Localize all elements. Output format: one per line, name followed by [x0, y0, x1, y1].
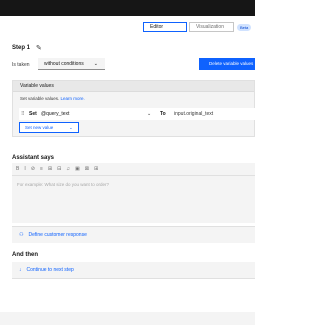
image-icon[interactable]: ⊞: [48, 166, 52, 172]
italic-icon[interactable]: I: [24, 166, 25, 172]
visualization-tab[interactable]: Visualization: [189, 22, 234, 32]
step-title: Step 1 ✎: [12, 44, 42, 52]
person-icon: ⚇: [19, 232, 24, 238]
and-then-title: And then: [12, 252, 38, 258]
continue-to-next-step-label: Continue to next step: [26, 267, 74, 273]
set-label: Set: [29, 111, 37, 117]
link-icon[interactable]: ⊘: [31, 166, 35, 172]
assistant-response-editor[interactable]: B I ⊘ ≡ ⊞ ⊟ ♫ ▣ ⊠ ⊞ For example: What si…: [12, 163, 255, 223]
delete-variable-values-button[interactable]: Delete variable values: [199, 58, 255, 70]
beta-badge: Beta: [237, 23, 252, 31]
define-customer-response-button[interactable]: ⚇ Define customer response: [12, 226, 255, 243]
set-new-value-button[interactable]: Set new value ⌄: [19, 122, 79, 133]
mode-switch: Editor Visualization Beta: [143, 22, 252, 32]
table-icon[interactable]: ⊠: [85, 166, 89, 172]
arrow-down-icon: ↓: [19, 267, 22, 273]
condition-select-value: without conditions: [44, 61, 84, 67]
pencil-icon[interactable]: ✎: [36, 44, 42, 52]
set-variable-row: ⠿ Set @query_text ⌄ To input.original_te…: [19, 108, 256, 120]
list-icon[interactable]: ≡: [40, 166, 43, 172]
chevron-down-icon[interactable]: ⌄: [147, 111, 151, 117]
variable-values-panel: Variable values Set variable values. Lea…: [12, 80, 256, 137]
grid-icon[interactable]: ⊞: [94, 166, 98, 172]
bottom-band: [0, 312, 255, 325]
assistant-says-title: Assistant says: [12, 155, 55, 161]
condition-select[interactable]: without conditions ⌄: [38, 58, 105, 70]
define-customer-response-label: Define customer response: [28, 232, 87, 238]
chevron-down-icon: ⌄: [93, 61, 98, 67]
option-icon[interactable]: ▣: [75, 166, 80, 172]
audio-icon[interactable]: ♫: [66, 166, 70, 172]
video-icon[interactable]: ⊟: [57, 166, 61, 172]
variable-select[interactable]: @query_text: [41, 111, 69, 117]
chevron-down-icon: ⌄: [69, 125, 73, 130]
value-input[interactable]: input.original_text: [174, 111, 213, 117]
variable-values-description-text: Set variable values.: [20, 96, 60, 101]
to-label: To: [160, 111, 166, 117]
editor-tab[interactable]: Editor: [143, 22, 187, 32]
step-title-text: Step 1: [12, 45, 31, 51]
drag-handle-icon[interactable]: ⠿: [21, 111, 25, 117]
continue-to-next-step-select[interactable]: ↓ Continue to next step: [12, 262, 255, 279]
bold-icon[interactable]: B: [16, 166, 19, 172]
editor-placeholder: For example: What size do you want to or…: [17, 182, 110, 187]
variable-values-description: Set variable values. Learn more.: [20, 96, 85, 101]
editor-toolbar: B I ⊘ ≡ ⊞ ⊟ ♫ ▣ ⊠ ⊞: [12, 163, 255, 176]
variable-values-title: Variable values: [13, 81, 254, 92]
condition-label: Is taken: [12, 62, 30, 68]
top-bar: [0, 0, 255, 16]
learn-more-link[interactable]: Learn more.: [61, 96, 85, 101]
set-new-value-label: Set new value: [25, 125, 54, 130]
